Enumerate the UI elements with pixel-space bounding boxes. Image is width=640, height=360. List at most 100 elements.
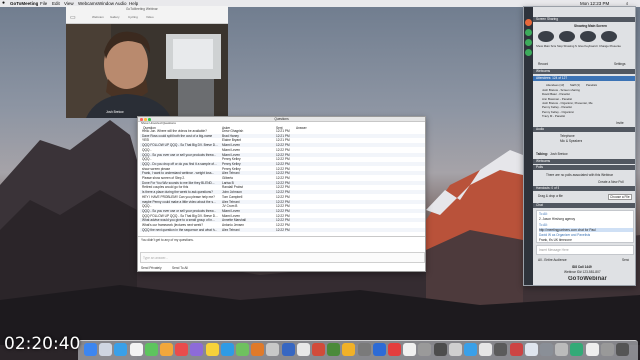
dock-app-icon[interactable]	[418, 343, 432, 356]
menu-file[interactable]: File	[40, 0, 47, 7]
menu-app-name[interactable]: GoToMeeting	[10, 0, 38, 7]
dock-app-icon[interactable]	[114, 343, 128, 356]
chat-header[interactable]: Chat	[533, 203, 635, 208]
dock-app-icon[interactable]	[327, 343, 341, 356]
dock-app-icon[interactable]	[555, 343, 569, 356]
dock-app-icon[interactable]	[509, 343, 523, 356]
give-keyboard-icon[interactable]	[580, 31, 596, 42]
question-row[interactable]: QQQ - So you ever use or sell your produ…	[140, 208, 425, 213]
change-presenter-icon[interactable]	[601, 31, 617, 42]
zoom-icon[interactable]	[148, 118, 151, 121]
dock-app-icon[interactable]	[266, 343, 280, 356]
question-row[interactable]: YES! Elaine Bryant 12:21 PM	[140, 138, 425, 142]
webcams-header[interactable]: Webcams	[533, 69, 635, 74]
screen-sharing-header[interactable]: Screen Sharing	[533, 17, 635, 22]
question-row[interactable]: What advise would you give to a small gr…	[140, 218, 425, 223]
screen-icon[interactable]	[525, 39, 532, 46]
dock-app-icon[interactable]	[205, 343, 219, 356]
question-row[interactable]: maybe Penny could make a little video ab…	[140, 199, 425, 204]
dock-app-icon[interactable]	[540, 343, 553, 356]
dock-app-icon[interactable]	[296, 343, 310, 356]
telephone-option[interactable]: Telephone	[560, 134, 575, 138]
question-row[interactable]: What's our framework (lectures next week…	[140, 223, 425, 227]
question-row[interactable]: Frank, I want to understand webinar - we…	[140, 171, 425, 176]
choose-file-button[interactable]: Choose a File	[608, 194, 632, 200]
dock-app-icon[interactable]	[524, 343, 538, 356]
question-row[interactable]: Hello Jon. Where will the videos be avai…	[140, 129, 425, 133]
grab-tab-icon[interactable]	[525, 49, 532, 56]
chat-input[interactable]: Insert Message Here	[536, 245, 634, 255]
create-poll-button[interactable]: Create a New Poll	[598, 180, 624, 184]
give-keyboard-button[interactable]: Give Keyboard & Mouse	[578, 44, 598, 48]
dock-app-icon[interactable]	[160, 343, 173, 356]
dock-app-icon[interactable]	[175, 343, 189, 356]
dock-app-icon[interactable]	[433, 343, 447, 356]
handouts-header[interactable]: Handouts: 0 of 5	[533, 186, 635, 191]
change-presenter-button[interactable]: Change Presenter	[599, 44, 621, 48]
polls-header[interactable]: Polls	[533, 165, 635, 170]
dock-app-icon[interactable]	[372, 343, 386, 356]
dock-app-icon[interactable]	[357, 343, 371, 356]
webcam-section-header[interactable]: Webcams	[533, 159, 635, 164]
dock-app-icon[interactable]	[312, 343, 325, 356]
mic-speakers-option[interactable]: Mic & Speakers	[560, 139, 582, 143]
tab-cycling[interactable]: Cycling	[128, 15, 138, 19]
question-row[interactable]: Please show screen of Step 2. Gilberto 12:…	[140, 176, 425, 180]
camera-icon[interactable]: ▭	[70, 14, 76, 21]
question-row[interactable]: show screen please Penny Kelley 12:22 PM	[140, 167, 425, 171]
show-main-screen-button[interactable]: Show Main Screen	[536, 44, 556, 48]
tab-panelists[interactable]: Panelists	[586, 83, 597, 87]
chat-send-button[interactable]: Send	[622, 258, 629, 262]
stop-showing-button[interactable]: Stop Showing Screen	[557, 44, 577, 48]
question-row[interactable]: QQQ - So you ever use or sell your produ…	[140, 152, 425, 157]
dock-app-icon[interactable]	[464, 343, 477, 356]
question-row[interactable]: QQQ - Do you drop off or do you find it …	[140, 161, 425, 166]
record-button[interactable]: Record	[538, 62, 548, 66]
microphone-icon[interactable]	[525, 19, 532, 26]
dock-app-icon[interactable]	[388, 343, 401, 356]
dock-app-icon[interactable]	[129, 343, 143, 356]
tab-video[interactable]: Video	[146, 15, 154, 19]
dock-app-icon[interactable]	[616, 343, 629, 356]
question-row[interactable]: Is there a place during the week to ask …	[140, 190, 425, 195]
dock-app-icon[interactable]	[600, 343, 614, 356]
attendees-header[interactable]: Attendees: 124 of 127	[533, 76, 635, 81]
question-row[interactable]: HEY I HAVE PROBLEM!! Can you please help…	[140, 195, 425, 199]
dock-app-icon[interactable]	[99, 343, 113, 356]
menu-edit[interactable]: Edit	[52, 0, 60, 7]
question-row[interactable]: QQQ - Penny Kelley 12:22 PM	[140, 157, 425, 161]
dock-app-icon[interactable]	[448, 343, 462, 356]
show-main-screen-icon[interactable]	[538, 31, 554, 42]
settings-button[interactable]: Settings	[614, 62, 626, 66]
question-row[interactable]: QQQ FOLLOW UP QQQ - So That Big DV. Brev…	[140, 143, 425, 148]
invite-button[interactable]: Invite	[616, 121, 624, 125]
close-icon[interactable]	[140, 118, 143, 121]
dock-app-icon[interactable]	[144, 343, 158, 356]
dock-app-icon[interactable]	[494, 343, 508, 356]
dock-app-icon[interactable]	[190, 343, 204, 356]
question-row[interactable]: Done For You Wiz sounds to me like they …	[140, 180, 425, 185]
webcam-icon[interactable]	[525, 29, 532, 36]
dock-app-icon[interactable]	[236, 343, 249, 356]
chat-recipient-select[interactable]: All - Entire Audience	[538, 258, 567, 262]
tab-attendees[interactable]: Attendees (13)	[546, 83, 564, 87]
dock-app-icon[interactable]	[84, 343, 97, 356]
send-privately-button[interactable]: Send Privately	[141, 266, 162, 270]
dock-app-icon[interactable]	[342, 343, 356, 356]
stop-showing-icon[interactable]	[559, 31, 575, 42]
apple-icon[interactable]: ●	[2, 0, 5, 7]
question-row[interactable]: QQQ - JV Crom B 12:22 PM	[140, 204, 425, 208]
attendee-item[interactable]: Tracy M - Panelist	[542, 114, 565, 118]
dock-app-icon[interactable]	[403, 343, 417, 356]
dock-app-icon[interactable]	[281, 343, 295, 356]
tab-staff[interactable]: Staff (3)	[570, 83, 580, 87]
question-row[interactable]: Dave Ross could split both the cost of a…	[140, 133, 425, 138]
audio-header[interactable]: Audio	[533, 127, 635, 132]
send-to-all-button[interactable]: Send To All	[172, 266, 188, 270]
question-row[interactable]: QQQ - Miami Leven 12:22 PM	[140, 148, 425, 152]
dock-app-icon[interactable]	[570, 343, 584, 356]
minimize-icon[interactable]	[144, 118, 147, 121]
tab-gallery[interactable]: Gallery	[110, 15, 120, 19]
question-row[interactable]: QQQ FOLLOW UP QQQ - So That Big DV. Brev…	[140, 214, 425, 218]
tab-webcam[interactable]: Webcam	[92, 15, 104, 19]
